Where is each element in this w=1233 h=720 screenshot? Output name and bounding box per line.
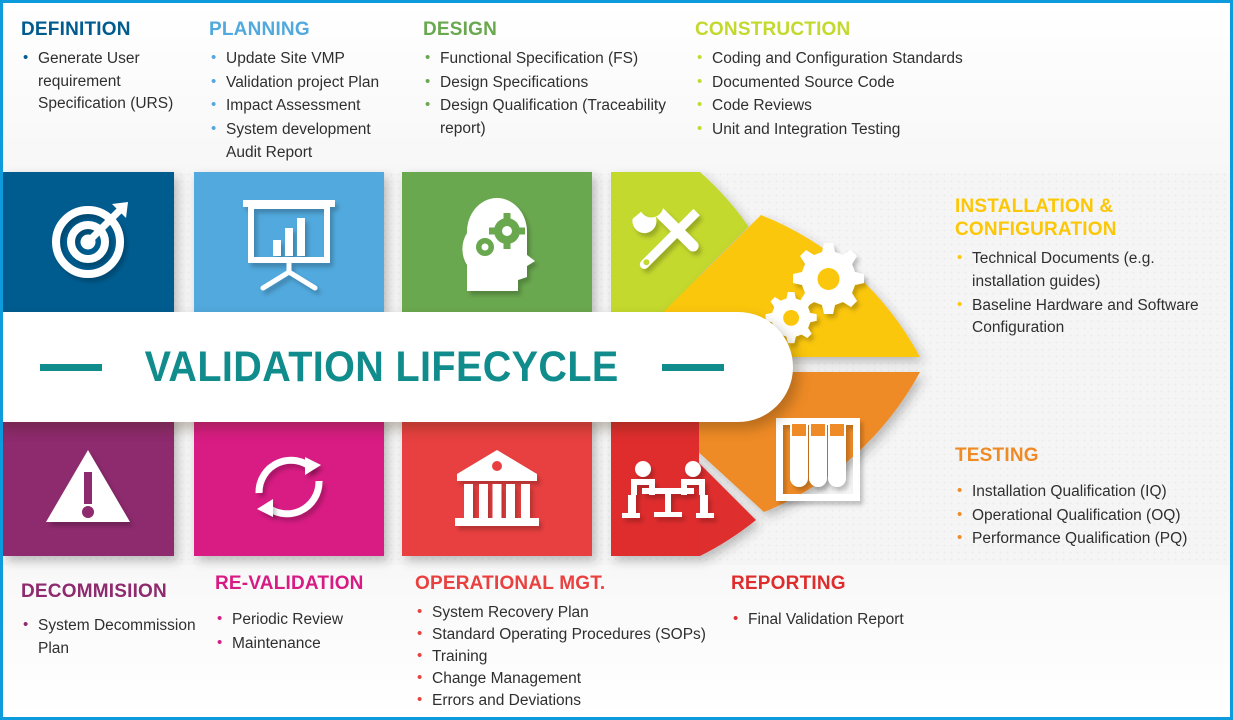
heading-definition: DEFINITION (21, 19, 131, 40)
list-item: Installation Qualification (IQ) (955, 480, 1230, 504)
list-item: Validation project Plan (209, 71, 409, 95)
list-item: Code Reviews (695, 94, 1025, 118)
block-decommission: DECOMMISIION System Decommission Plan (21, 581, 197, 661)
center-banner: VALIDATION LIFECYCLE (3, 312, 793, 422)
tile-decommission[interactable] (3, 415, 174, 556)
list-item: Periodic Review (215, 608, 405, 632)
heading-operational: OPERATIONAL MGT. (415, 573, 606, 594)
list-item: Unit and Integration Testing (695, 118, 1025, 142)
block-design: DESIGN Functional Specification (FS) Des… (423, 19, 691, 142)
block-installation: INSTALLATION & CONFIGURATION Technical D… (955, 195, 1227, 341)
list-item: Update Site VMP (209, 47, 409, 71)
list-item: Technical Documents (e.g. installation g… (955, 247, 1227, 293)
list-item: System development Audit Report (209, 118, 409, 164)
banner-title: VALIDATION LIFECYCLE (144, 342, 619, 391)
list-construction: Coding and Configuration Standards Docum… (695, 47, 1025, 142)
tile-revalidation[interactable] (194, 415, 384, 556)
banner-dash-left (40, 363, 103, 371)
list-installation: Technical Documents (e.g. installation g… (955, 247, 1227, 340)
list-item: Functional Specification (FS) (423, 47, 691, 71)
list-definition: Generate User requirement Specification … (21, 47, 193, 116)
block-testing: TESTING Installation Qualification (IQ) … (955, 445, 1230, 552)
heading-construction: CONSTRUCTION (695, 19, 851, 40)
list-reporting: Final Validation Report (731, 608, 921, 632)
list-planning: Update Site VMP Validation project Plan … (209, 47, 409, 164)
list-design: Functional Specification (FS) Design Spe… (423, 47, 691, 141)
list-item: Design Specifications (423, 71, 691, 95)
list-decommission: System Decommission Plan (21, 614, 197, 660)
heading-revalidation: RE-VALIDATION (215, 573, 364, 594)
block-planning: PLANNING Update Site VMP Validation proj… (209, 19, 409, 165)
tile-design[interactable] (402, 172, 592, 313)
list-operational: System Recovery Plan Standard Operating … (415, 601, 733, 712)
block-construction: CONSTRUCTION Coding and Configuration St… (695, 19, 1025, 143)
list-item: Errors and Deviations (415, 689, 733, 712)
list-item: Impact Assessment (209, 94, 409, 118)
block-revalidation: RE-VALIDATION Periodic Review Maintenanc… (215, 573, 405, 656)
tile-operational[interactable] (402, 415, 592, 556)
infographic-canvas: VALIDATION LIFECYCLE DEFINITION Generate… (0, 0, 1233, 720)
heading-planning: PLANNING (209, 19, 310, 40)
list-item: Final Validation Report (731, 608, 921, 632)
list-item: Operational Qualification (OQ) (955, 504, 1230, 528)
list-item: Change Management (415, 667, 733, 690)
heading-testing: TESTING (955, 445, 1039, 466)
list-testing: Installation Qualification (IQ) Operatio… (955, 480, 1230, 551)
block-reporting: REPORTING Final Validation Report (731, 573, 921, 633)
list-item: Performance Qualification (PQ) (955, 527, 1230, 551)
tile-planning[interactable] (194, 172, 384, 313)
list-item: Coding and Configuration Standards (695, 47, 1025, 71)
list-item: Design Qualification (Traceability repor… (423, 94, 691, 140)
heading-decommission: DECOMMISIION (21, 581, 167, 602)
tile-definition[interactable] (3, 172, 174, 313)
list-item: Maintenance (215, 632, 405, 656)
list-item: Standard Operating Procedures (SOPs) (415, 623, 733, 646)
heading-installation: INSTALLATION & CONFIGURATION (955, 196, 1117, 241)
list-item: Documented Source Code (695, 71, 1025, 95)
heading-reporting: REPORTING (731, 573, 846, 594)
block-operational: OPERATIONAL MGT. System Recovery Plan St… (415, 573, 733, 712)
block-definition: DEFINITION Generate User requirement Spe… (21, 19, 193, 117)
list-item: System Recovery Plan (415, 601, 733, 624)
list-revalidation: Periodic Review Maintenance (215, 608, 405, 656)
list-item: Training (415, 645, 733, 668)
list-item: System Decommission Plan (21, 614, 197, 660)
list-item: Generate User requirement Specification … (21, 47, 193, 116)
heading-design: DESIGN (423, 19, 498, 40)
banner-dash-right (661, 363, 724, 371)
list-item: Baseline Hardware and Software Configura… (955, 294, 1227, 340)
